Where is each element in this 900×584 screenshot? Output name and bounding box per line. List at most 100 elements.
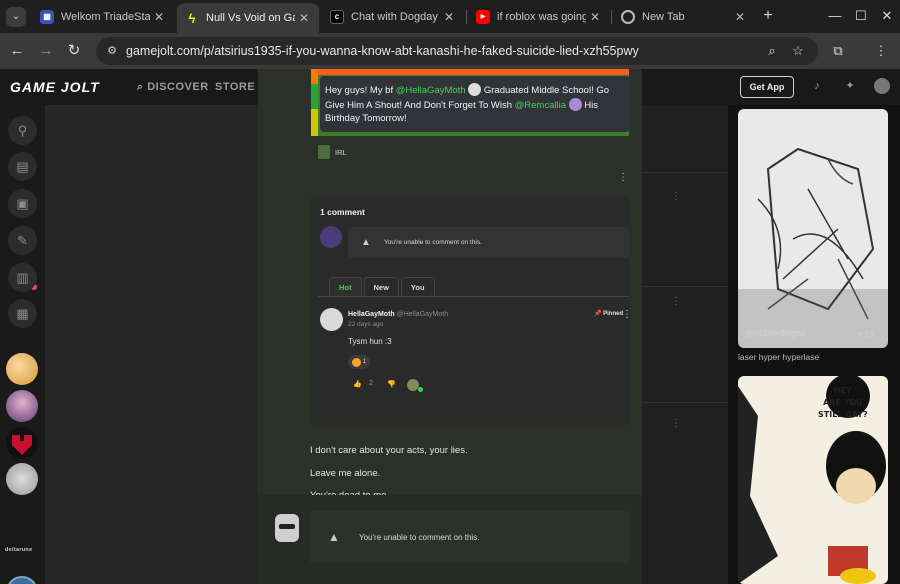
bell-icon[interactable]: ♪ — [810, 79, 824, 93]
current-user-avatar — [275, 514, 299, 542]
pinned-badge: 📌 Pinned — [594, 311, 624, 317]
commenter-name[interactable]: HellaGayMoth @HellaGayMoth — [348, 311, 448, 318]
sidebar-store-icon[interactable]: ▤ — [8, 152, 37, 181]
tab-new[interactable]: New — [363, 277, 399, 296]
quests-icon[interactable]: ✦ — [843, 79, 857, 93]
post-line: I don't care about your acts, your lies. — [310, 445, 468, 456]
tab-cai[interactable]: c Chat with Dogday | c.ai ✕ — [322, 4, 464, 29]
cai-icon: c — [330, 9, 344, 24]
heart-logo-icon — [12, 435, 32, 455]
tab-strip: ⌄ ▦ Welkom TriadeStart ✕ ϟ Null Vs Void … — [0, 0, 900, 33]
new-tab-button[interactable]: + — [759, 7, 777, 25]
close-icon[interactable]: ✕ — [440, 10, 458, 24]
sketch-art — [738, 147, 888, 348]
forward-button[interactable]: → — [36, 41, 56, 61]
tab-you[interactable]: You — [400, 277, 435, 296]
post-more-icon[interactable]: ⋮ — [618, 173, 628, 183]
mention-link[interactable]: @Remcallia — [515, 100, 566, 111]
sidebar-backpack-icon[interactable]: ▣ — [8, 189, 37, 218]
commenter-avatar[interactable] — [320, 308, 343, 331]
more-icon[interactable]: ⋮ — [671, 296, 681, 310]
close-icon[interactable]: ✕ — [150, 10, 168, 24]
divider — [642, 402, 728, 403]
triade-icon: ▦ — [40, 9, 54, 24]
site-info-icon[interactable]: ⚙ — [104, 43, 120, 59]
tab-divider — [611, 10, 612, 24]
left-sidebar: ⚲ ▤ ▣ ✎ ▥ ▦ deltarune — [0, 105, 45, 584]
online-dot — [418, 387, 423, 392]
tab-triadestart[interactable]: ▦ Welkom TriadeStart ✕ — [32, 4, 174, 29]
like-count: 2 — [369, 380, 373, 387]
current-user-avatar — [320, 226, 342, 248]
community-avatar[interactable] — [6, 463, 38, 495]
window-close-button[interactable]: ✕ — [878, 7, 896, 25]
close-icon[interactable]: ✕ — [586, 10, 604, 24]
warning-icon: ▲ — [361, 237, 371, 248]
user-avatar[interactable] — [874, 78, 890, 94]
reaction-pill[interactable]: 1 — [348, 355, 370, 369]
get-app-button[interactable]: Get App — [740, 76, 794, 98]
minimize-button[interactable]: — — [826, 7, 844, 25]
divider — [642, 172, 728, 173]
gamejolt-icon: ϟ — [188, 10, 196, 26]
avatar-emoji — [468, 83, 482, 96]
reload-button[interactable]: ↻ — [64, 41, 84, 61]
divider — [318, 296, 629, 297]
community-avatar[interactable] — [6, 353, 38, 385]
community-tag[interactable]: IRL — [318, 144, 347, 160]
tag-label: IRL — [335, 147, 347, 157]
nav-store[interactable]: STORE — [215, 81, 255, 93]
sidebar-home-icon[interactable]: ⚲ — [8, 116, 37, 145]
image-band — [311, 69, 629, 75]
comment-more-icon[interactable]: ⋮ — [622, 310, 632, 320]
comment-disabled-notice: ▲ You're unable to comment on this. — [348, 227, 629, 258]
gamejolt-logo[interactable]: GAME JOLT — [10, 79, 100, 95]
background-feed — [45, 105, 258, 584]
extensions-icon[interactable]: ⧉ — [829, 42, 847, 60]
back-button[interactable]: ← — [7, 41, 27, 61]
tab-youtube[interactable]: ▶ if roblox was going to ✕ — [468, 4, 610, 29]
comment-sort-tabs: Hot New You — [329, 277, 437, 296]
more-icon[interactable]: ⋮ — [671, 191, 681, 205]
post-line: Leave me alone. — [310, 468, 381, 479]
close-icon[interactable]: ✕ — [295, 11, 313, 25]
youtube-icon: ▶ — [476, 9, 490, 24]
sidebar-chat-icon[interactable]: ▥ — [8, 263, 37, 292]
like-button[interactable]: 👍 — [353, 380, 362, 388]
maximize-button[interactable]: ☐ — [852, 7, 870, 25]
tab-search-button[interactable]: ⌄ — [6, 7, 26, 27]
close-icon[interactable]: ✕ — [731, 10, 749, 24]
sidebar-creators-icon[interactable]: ✎ — [8, 226, 37, 255]
community-avatar[interactable] — [6, 427, 38, 459]
tab-hot[interactable]: Hot — [329, 277, 362, 296]
background-feed-right — [642, 105, 728, 584]
dislike-button[interactable]: 👎 — [387, 380, 396, 388]
nav-discover[interactable]: ⌕ DISCOVER — [137, 81, 209, 94]
art-author[interactable]: @subterfuged — [745, 328, 806, 338]
art-speech-text: HEY ARE YOU STILL GAY? — [818, 386, 868, 419]
art-caption[interactable]: laser hyper hyperlase — [738, 352, 819, 362]
warning-icon: ▲ — [328, 530, 340, 544]
bookmark-star-icon[interactable]: ☆ — [790, 43, 806, 59]
address-bar[interactable]: ⚙ gamejolt.com/p/atsirius1935-if-you-wan… — [96, 37, 818, 65]
sidebar-library-icon[interactable]: ▦ — [8, 299, 37, 328]
tab-gamejolt[interactable]: ϟ Null Vs Void on Game Jolt ✕ — [177, 3, 319, 33]
more-icon[interactable]: ⋮ — [671, 418, 681, 432]
browser-menu-icon[interactable]: ⋮ — [872, 42, 890, 60]
like-count[interactable]: ♥ 18 — [857, 329, 874, 339]
art-card[interactable] — [738, 109, 888, 348]
community-avatar[interactable] — [6, 576, 38, 584]
avatar-emoji — [568, 97, 582, 111]
tab-newtab[interactable]: New Tab ✕ — [613, 4, 755, 29]
tag-avatar — [318, 145, 330, 159]
comment-disabled-notice: ▲ You're unable to comment on this. — [309, 511, 629, 563]
chrome-icon — [621, 9, 635, 24]
deltarune-label: deltarune — [5, 547, 33, 553]
url-text[interactable]: gamejolt.com/p/atsirius1935-if-you-wanna… — [126, 44, 639, 58]
zoom-icon[interactable]: ⌕ — [764, 43, 780, 59]
community-avatar[interactable] — [6, 390, 38, 422]
comment-time[interactable]: 22 days ago — [348, 321, 383, 328]
mention-link[interactable]: @HellaGayMoth — [396, 85, 466, 96]
image-strip — [311, 69, 318, 136]
chat-screenshot-bubble: Hey guys! My bf @HellaGayMoth Graduated … — [320, 76, 630, 132]
